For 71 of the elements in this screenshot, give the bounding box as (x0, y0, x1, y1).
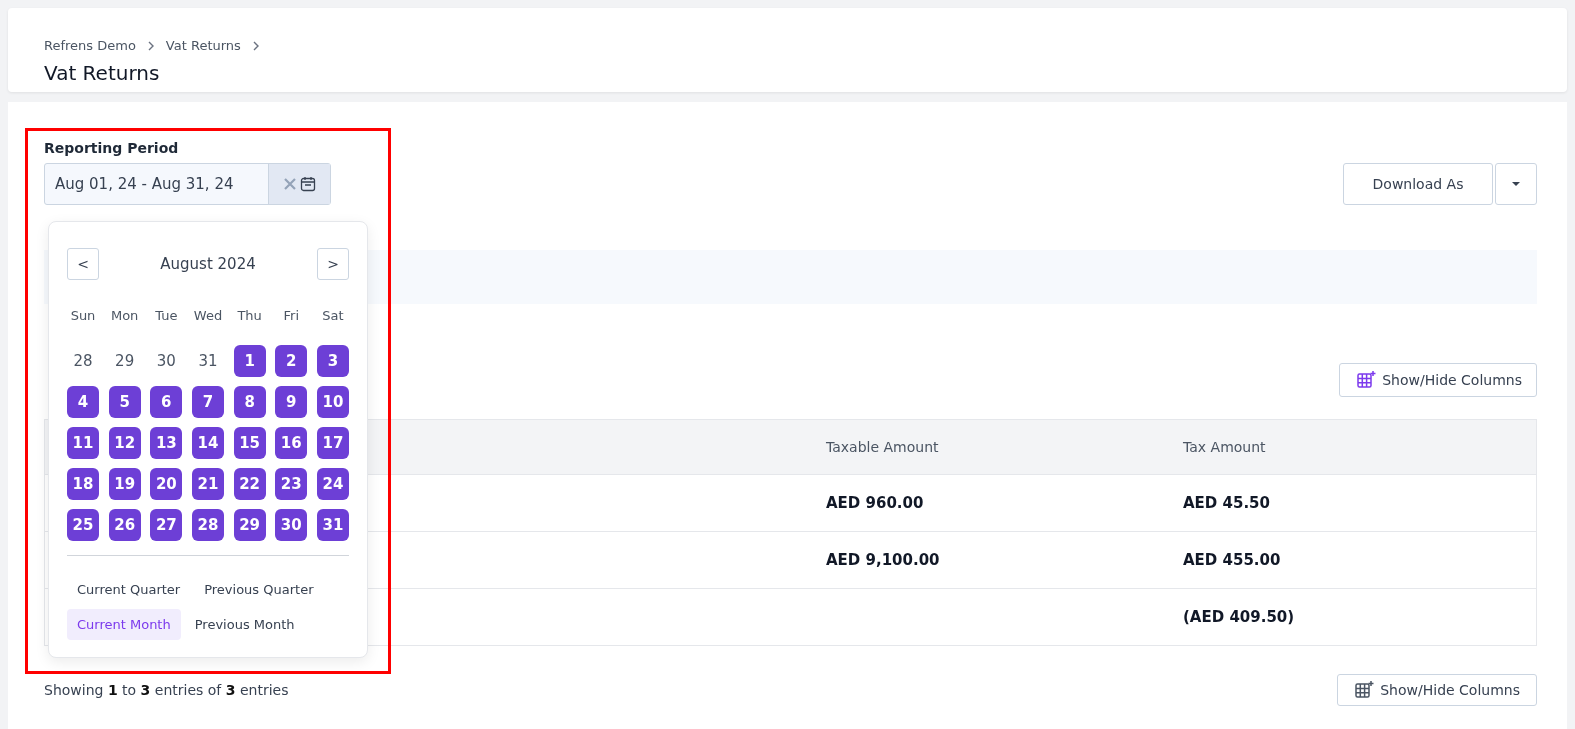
calendar-day[interactable]: 20 (150, 468, 183, 500)
calendar-day[interactable]: 7 (191, 386, 224, 418)
calendar-day[interactable]: 19 (108, 468, 141, 500)
calendar-day[interactable]: 14 (191, 427, 224, 459)
page-title: Vat Returns (44, 61, 161, 85)
calendar-day[interactable]: 29 (108, 345, 141, 377)
weekday-label: Thu (237, 308, 262, 325)
weekday-label: Sun (70, 308, 96, 325)
preset-option[interactable]: Current Quarter (67, 574, 191, 605)
calendar-day[interactable]: 25 (67, 509, 99, 541)
calendar-day[interactable]: 18 (67, 468, 99, 500)
calendar-day[interactable]: 15 (233, 427, 266, 459)
clear-icon[interactable] (283, 178, 296, 190)
table-cell: AED 455.00 (1183, 551, 1281, 569)
calendar-day[interactable]: 16 (275, 427, 308, 459)
entries-summary: Showing 1 to 3 entries of 3 entries (44, 682, 289, 698)
dropdown-button[interactable] (1495, 163, 1537, 205)
calendar-day[interactable]: 24 (316, 468, 349, 500)
month-title: August 2024 (160, 255, 256, 273)
weekday-label: Tue (155, 308, 178, 325)
column-header: Taxable Amount (826, 439, 939, 455)
preset-option[interactable]: Current Month (67, 609, 181, 640)
calendar-day[interactable]: 6 (150, 386, 183, 418)
weekday-label: Sat (322, 308, 344, 325)
calendar-day[interactable]: 27 (150, 509, 183, 541)
breadcrumb-link[interactable]: Refrens Demo (44, 38, 136, 53)
preset-option[interactable]: Previous Quarter (194, 574, 324, 605)
calendar-day[interactable]: 13 (150, 427, 183, 459)
calendar-day[interactable]: 10 (316, 386, 349, 418)
field-label: Reporting Period (44, 140, 180, 156)
calendar-day[interactable]: 12 (108, 427, 141, 459)
weekday-label: Wed (193, 308, 223, 325)
previous-month-button[interactable]: < (67, 248, 99, 280)
preset-option[interactable]: Previous Month (184, 609, 305, 640)
calendar-day[interactable]: 23 (275, 468, 308, 500)
calendar-day[interactable]: 5 (108, 386, 141, 418)
weekday-label: Mon (110, 308, 139, 325)
caret-icon (1512, 182, 1520, 186)
table-columns-icon (1354, 680, 1375, 700)
show-hide-columns-button[interactable]: Show/Hide Columns (1339, 363, 1537, 397)
calendar-day[interactable]: 26 (108, 509, 141, 541)
next-month-button[interactable]: > (317, 248, 349, 280)
table-cell: (AED 409.50) (1183, 608, 1295, 626)
calendar-day[interactable]: 8 (233, 386, 266, 418)
calendar-day[interactable]: 28 (67, 345, 99, 377)
table-cell: AED 9,100.00 (826, 551, 940, 569)
calendar-day[interactable]: 1 (233, 345, 266, 377)
calendar-icon[interactable] (299, 176, 316, 192)
table-cell: AED 960.00 (826, 494, 924, 512)
breadcrumb-link[interactable]: Vat Returns (165, 38, 241, 53)
date-range-field[interactable]: Aug 01, 24 - Aug 31, 24 (44, 163, 331, 205)
calendar-day[interactable]: 30 (275, 509, 308, 541)
show-hide-columns-button[interactable]: Show/Hide Columns (1337, 674, 1537, 706)
calendar-day[interactable]: 22 (233, 468, 266, 500)
table-cell: AED 45.50 (1183, 494, 1270, 512)
calendar-day[interactable]: 17 (316, 427, 349, 459)
calendar-day[interactable]: 3 (316, 345, 349, 377)
column-header: Tax Amount (1183, 439, 1266, 455)
weekday-label: Fri (283, 308, 300, 325)
calendar-day[interactable]: 4 (67, 386, 99, 418)
calendar-day[interactable]: 11 (67, 427, 99, 459)
calendar-day[interactable]: 31 (191, 345, 224, 377)
calendar-day[interactable]: 30 (150, 345, 183, 377)
calendar-day[interactable]: 29 (233, 509, 266, 541)
table-columns-icon (1356, 370, 1377, 390)
calendar-day[interactable]: 31 (316, 509, 349, 541)
calendar-day[interactable]: 28 (191, 509, 224, 541)
calendar-day[interactable]: 21 (191, 468, 224, 500)
calendar-day[interactable]: 2 (275, 345, 308, 377)
download-button[interactable]: Download As (1343, 163, 1493, 205)
calendar-day[interactable]: 9 (275, 386, 308, 418)
